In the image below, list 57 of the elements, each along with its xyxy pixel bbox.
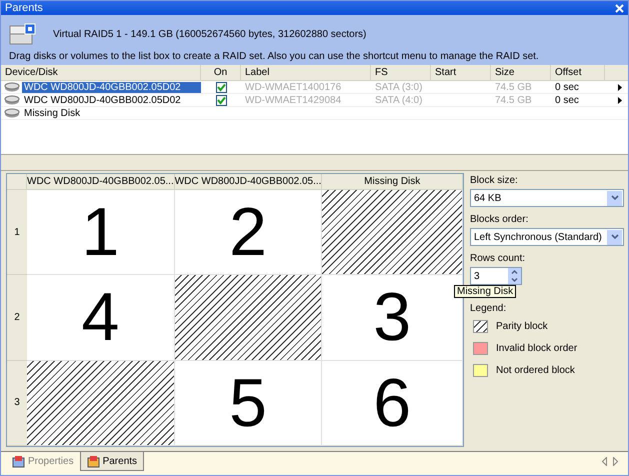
close-icon[interactable] (615, 4, 624, 12)
column-header[interactable]: Size (491, 65, 551, 80)
column-header: Missing Disk (322, 174, 463, 190)
legend-label: Invalid block order (496, 343, 578, 354)
blocks-order-dropdown[interactable]: Left Synchronous (Standard) (470, 228, 624, 246)
field-label: Blocks order: (470, 214, 530, 225)
block-size-dropdown[interactable]: 64 KB (470, 189, 624, 207)
column-header[interactable]: On (201, 65, 241, 80)
tooltip: Missing Disk (454, 285, 516, 298)
column-header[interactable]: Offset (551, 65, 605, 80)
device-name[interactable]: Missing Disk (22, 108, 201, 118)
scroll-right-icon[interactable] (613, 457, 618, 466)
table-cell-text: 74.5 GB (494, 94, 533, 106)
block-number: 5 (174, 360, 322, 446)
raid-icon (9, 22, 37, 46)
row-number: 3 (7, 360, 27, 446)
device-name[interactable]: WDC WD800JD-40GBB002.05D02 (22, 94, 201, 106)
column-header[interactable]: FS (371, 65, 431, 80)
table-cell-text: 0 sec (554, 94, 580, 106)
column-header[interactable]: Start (431, 65, 491, 80)
block-number: 1 (27, 190, 175, 276)
legend-label: Not ordered block (496, 365, 575, 376)
row-number: 1 (7, 190, 27, 276)
folder-icon (86, 454, 100, 468)
column-header: WDC WD800JD-40GBB002.05... (174, 174, 322, 190)
bottom-tab[interactable]: Properties (6, 452, 80, 471)
table-cell-text: SATA (4:0) (374, 94, 424, 106)
field-label: Rows count: (470, 253, 526, 264)
column-header: WDC WD800JD-40GBB002.05... (27, 174, 175, 190)
block-number: 2 (174, 190, 322, 276)
row-number: 2 (7, 275, 27, 361)
device-name[interactable]: WDC WD800JD-40GBB002.05D02 (22, 82, 201, 92)
table-cell-text: SATA (3:0) (374, 82, 424, 92)
block-number: 4 (27, 275, 175, 361)
table-cell-text: WD-WMAET1429084 (244, 94, 342, 106)
block-number: 6 (322, 360, 463, 446)
table-cell-text: 0 sec (554, 82, 580, 92)
raid-title: Virtual RAID5 1 - 149.1 GB (160052674560 bytes, 312602880 sectors) (53, 28, 366, 40)
field-label: Block size: (470, 175, 519, 186)
chevron-down-icon[interactable] (607, 190, 622, 206)
header-description: Drag disks or volumes to the list box to create a RAID set. Also you can use the shortcut menu to manage the RAID set. (9, 51, 540, 62)
rows-count-spinner[interactable]: 3 (470, 267, 522, 285)
parity-swatch-icon (473, 320, 488, 333)
table-cell-text: 74.5 GB (494, 82, 533, 92)
scroll-left-icon[interactable] (602, 457, 607, 466)
spin-arrows-icon[interactable] (508, 268, 521, 284)
checkbox[interactable] (216, 82, 226, 92)
bottom-tab[interactable]: Parents (80, 452, 144, 471)
column-header[interactable]: Device/Disk (1, 65, 201, 80)
header-corner (7, 174, 27, 190)
table-cell-text: WD-WMAET1400176 (244, 82, 342, 92)
column-header[interactable]: Label (241, 65, 371, 80)
window-title: Parents (5, 2, 43, 14)
legend-title: Legend: (470, 303, 508, 314)
legend-label: Parity block (496, 321, 548, 332)
checkbox[interactable] (216, 94, 226, 106)
chevron-down-icon[interactable] (607, 230, 622, 244)
